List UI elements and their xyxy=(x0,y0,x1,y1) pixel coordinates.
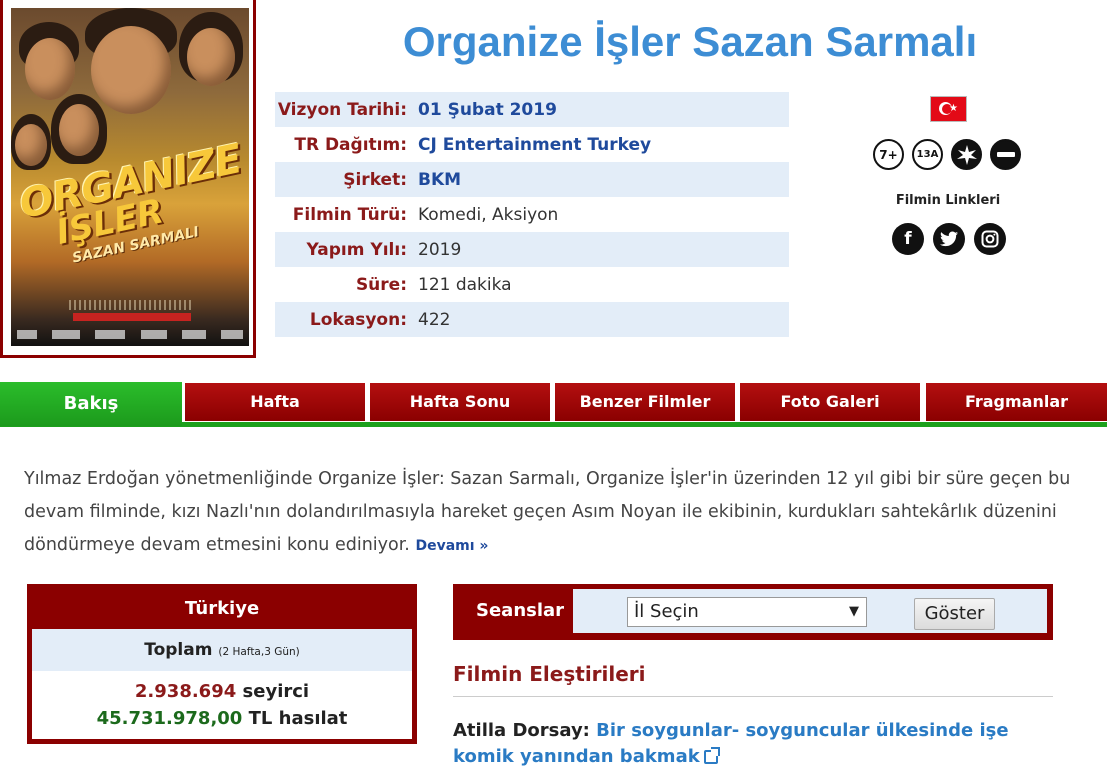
viewer-number: 2.938.694 xyxy=(134,681,237,702)
instagram-icon[interactable] xyxy=(974,223,1006,255)
info-row-genre: Filmin Türü: Komedi, Aksiyon xyxy=(275,197,789,232)
tab-bakis[interactable]: Bakış xyxy=(0,382,182,426)
info-label: Vizyon Tarihi: xyxy=(277,99,407,120)
total-label: Toplam xyxy=(144,640,213,660)
synopsis: Yılmaz Erdoğan yönetmenliğinde Organize … xyxy=(24,463,1084,563)
read-more-link[interactable]: Devamı » xyxy=(415,538,488,554)
revenue-unit: TL hasılat xyxy=(248,708,348,729)
tab-benzer-filmler[interactable]: Benzer Filmler xyxy=(555,383,735,421)
city-select[interactable]: İl Seçin ▼ xyxy=(627,597,867,627)
review-item: Atilla Dorsay: Bir soygunlar- soyguncula… xyxy=(453,718,1013,770)
facebook-icon[interactable]: f xyxy=(892,223,924,255)
info-row-company: Şirket: BKM xyxy=(275,162,789,197)
city-select-value: İl Seçin xyxy=(634,601,699,622)
show-button[interactable]: Göster xyxy=(914,598,995,630)
viewer-count: 2.938.694 seyirci xyxy=(32,678,412,705)
poster-frame: ORGANIZE İŞLER SAZAN SARMALI xyxy=(0,0,256,358)
negative-content-icon xyxy=(990,139,1021,170)
info-label: Şirket: xyxy=(343,169,407,190)
release-date-link[interactable]: 01 Şubat 2019 xyxy=(418,100,557,120)
showtimes-form: İl Seçin ▼ Göster xyxy=(573,589,1047,633)
info-row-duration: Süre: 121 dakika xyxy=(275,267,789,302)
age-13a-icon: 13A xyxy=(912,139,943,170)
info-label: Süre: xyxy=(355,274,407,295)
info-value: Komedi, Aksiyon xyxy=(418,204,559,225)
info-value: 2019 xyxy=(418,239,462,260)
showtimes-label: Seanslar xyxy=(476,600,565,621)
poster-person-face xyxy=(15,124,47,166)
movie-poster[interactable]: ORGANIZE İŞLER SAZAN SARMALI xyxy=(11,8,249,346)
info-row-location: Lokasyon: 422 xyxy=(275,302,789,337)
tab-bar: Bakış Hafta Hafta Sonu Benzer Filmler Fo… xyxy=(0,382,1107,427)
poster-logos xyxy=(17,326,243,342)
distributor-link[interactable]: CJ Entertainment Turkey xyxy=(418,135,651,155)
tab-foto-galeri[interactable]: Foto Galeri xyxy=(740,383,920,421)
info-row-release-date: Vizyon Tarihi: 01 Şubat 2019 xyxy=(275,92,789,127)
external-link-icon xyxy=(703,747,720,764)
movie-links-title: Filmin Linkleri xyxy=(895,193,1001,208)
total-duration: (2 Hafta,3 Gün) xyxy=(218,646,300,658)
info-label: Filmin Türü: xyxy=(292,204,407,225)
tab-hafta-sonu[interactable]: Hafta Sonu xyxy=(370,383,550,421)
rating-icons: 7+ 13A xyxy=(873,139,1025,171)
poster-title-art: ORGANIZE İŞLER SAZAN SARMALI xyxy=(16,136,246,290)
tab-hafta[interactable]: Hafta xyxy=(185,383,365,421)
poster-person-face xyxy=(25,38,75,100)
tab-fragmanlar[interactable]: Fragmanlar xyxy=(926,383,1107,421)
info-value: 422 xyxy=(418,309,451,330)
social-links: f xyxy=(892,223,1006,255)
dropdown-arrow-icon: ▼ xyxy=(849,604,859,619)
revenue: 45.731.978,00 TL hasılat xyxy=(32,705,412,732)
box-office-stats: 2.938.694 seyirci 45.731.978,00 TL hasıl… xyxy=(32,671,412,732)
viewer-unit: seyirci xyxy=(242,681,310,702)
age-7-plus-icon: 7+ xyxy=(873,139,904,170)
box-office-total: Toplam (2 Hafta,3 Gün) xyxy=(32,629,412,671)
info-value: 121 dakika xyxy=(418,274,512,295)
reviews-title: Filmin Eleştirileri xyxy=(453,662,646,686)
poster-person-face xyxy=(91,26,171,114)
review-author: Atilla Dorsay: xyxy=(453,720,590,741)
info-label: Yapım Yılı: xyxy=(306,239,407,260)
poster-person-face xyxy=(59,104,99,156)
turkey-flag-icon: ★ xyxy=(931,97,966,121)
movie-info-table: Vizyon Tarihi: 01 Şubat 2019 TR Dağıtım:… xyxy=(275,92,789,337)
box-office-panel: Türkiye Toplam (2 Hafta,3 Gün) 2.938.694… xyxy=(27,584,417,744)
company-link[interactable]: BKM xyxy=(418,170,461,190)
box-office-title: Türkiye xyxy=(32,589,412,629)
poster-release-banner xyxy=(73,313,191,321)
violence-icon xyxy=(951,139,982,170)
reviews-divider xyxy=(453,696,1053,697)
synopsis-text: Yılmaz Erdoğan yönetmenliğinde Organize … xyxy=(24,469,1071,555)
info-row-distributor: TR Dağıtım: CJ Entertainment Turkey xyxy=(275,127,789,162)
movie-title: Organize İşler Sazan Sarmalı xyxy=(402,18,978,65)
twitter-icon[interactable] xyxy=(933,223,965,255)
poster-person-face xyxy=(187,28,235,86)
info-row-year: Yapım Yılı: 2019 xyxy=(275,232,789,267)
revenue-number: 45.731.978,00 xyxy=(96,708,243,729)
showtimes-panel: Seanslar İl Seçin ▼ Göster xyxy=(453,584,1053,640)
info-label: TR Dağıtım: xyxy=(294,134,407,155)
poster-credits xyxy=(69,300,191,310)
info-label: Lokasyon: xyxy=(309,309,407,330)
